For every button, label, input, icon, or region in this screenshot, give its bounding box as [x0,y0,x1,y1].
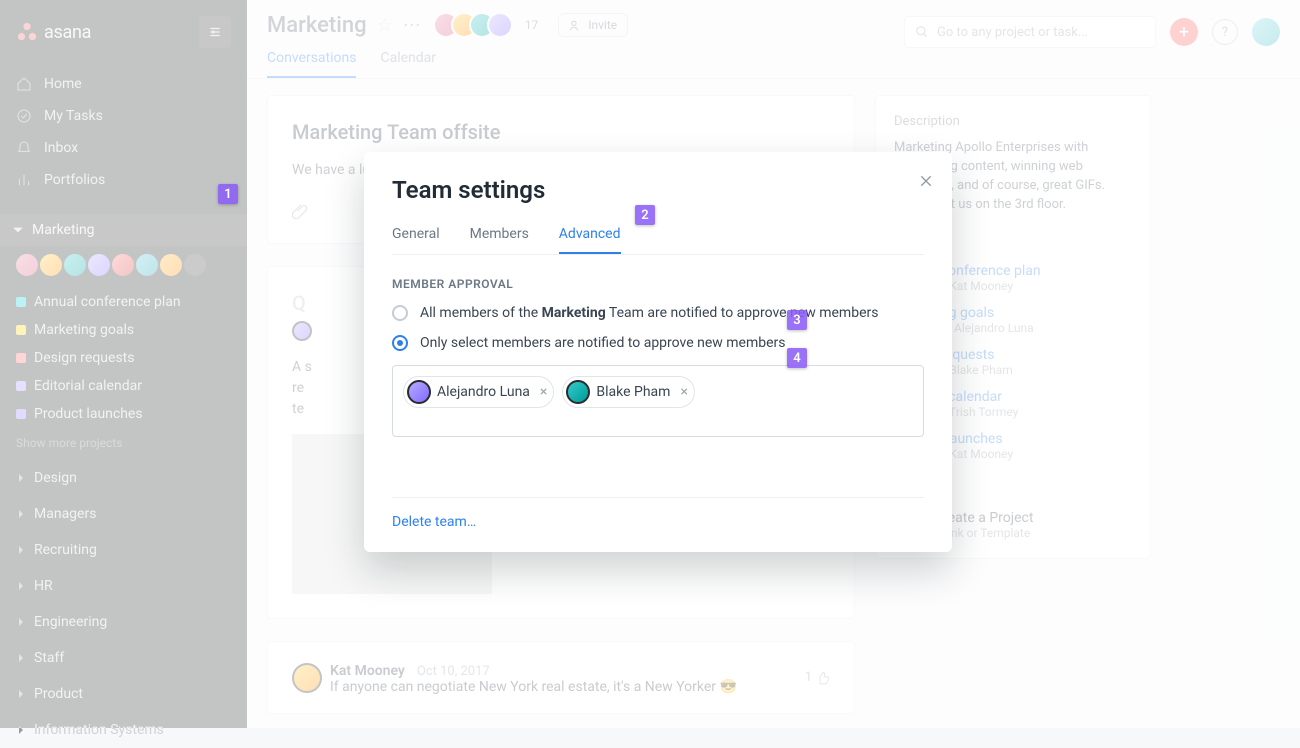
close-button[interactable] [918,170,934,194]
radio-label-pre: All members of the [420,305,542,321]
tab-members[interactable]: Members [470,216,529,254]
radio-all-members[interactable]: All members of the Marketing Team are no… [392,305,924,321]
step-badge-3: 3 [787,310,807,330]
step-badge-1: 1 [218,184,238,204]
section-member-approval: MEMBER APPROVAL [392,277,924,291]
team-settings-modal: Team settings General Members Advanced M… [364,152,952,552]
user-chip: Blake Pham × [562,376,695,408]
radio-checked-icon [392,335,408,351]
modal-title: Team settings [392,176,924,204]
user-chip: Alejandro Luna × [403,376,554,408]
remove-chip-button[interactable]: × [538,384,547,400]
radio-label: Only select members are notified to appr… [420,335,786,351]
tab-advanced[interactable]: Advanced [559,216,621,254]
delete-team-link[interactable]: Delete team… [392,497,924,530]
approvers-input[interactable]: Alejandro Luna × Blake Pham × [392,365,924,437]
user-chip-name: Blake Pham [596,384,670,400]
avatar [407,380,431,404]
close-icon [918,173,934,189]
radio-label-team: Marketing [542,305,606,321]
tab-general[interactable]: General [392,216,440,254]
avatar [566,380,590,404]
radio-label-post: Team are notified to approve new members [606,305,879,321]
radio-select-members[interactable]: Only select members are notified to appr… [392,335,924,351]
step-badge-2: 2 [635,205,655,225]
modal-tabs: General Members Advanced [392,216,924,255]
user-chip-name: Alejandro Luna [437,384,530,400]
step-badge-4: 4 [787,348,807,368]
radio-icon [392,305,408,321]
remove-chip-button[interactable]: × [678,384,687,400]
